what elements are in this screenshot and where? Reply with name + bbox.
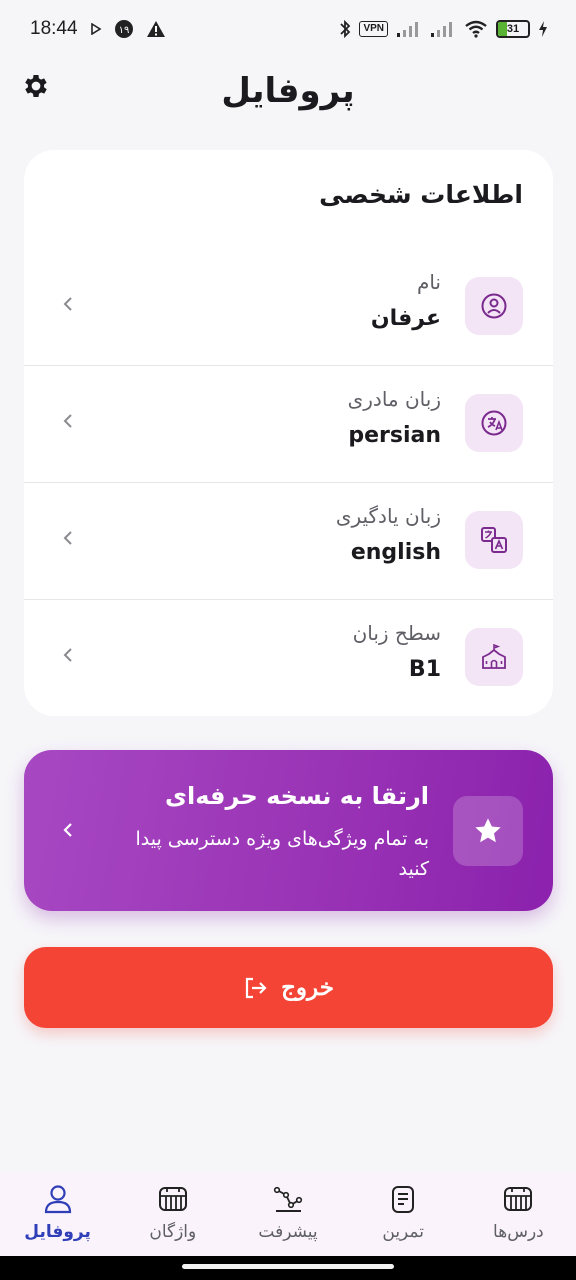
warning-icon: [146, 20, 166, 38]
nav-label: پیشرفت: [258, 1222, 318, 1242]
home-gesture-handle[interactable]: [182, 1264, 394, 1269]
status-right: VPN 31: [339, 19, 548, 39]
upgrade-subtitle: به تمام ویژگی‌های ویژه دسترسی پیدا کنید: [135, 828, 429, 880]
page-title: پروفایل: [221, 71, 355, 111]
chevron-left-icon: [58, 526, 78, 550]
row-divider: [24, 482, 553, 483]
user-circle-icon: [481, 293, 507, 319]
vocabulary-icon: [156, 1182, 190, 1216]
bottom-navigation: درس‌ها تمرین پیشرفت واژگان پروفایل: [0, 1172, 576, 1256]
language-translate-icon: [481, 527, 507, 553]
signal-strength-2-icon: [430, 20, 456, 38]
upgrade-title: ارتقا به نسخه حرفه‌ای: [165, 782, 429, 810]
info-row-name[interactable]: نام عرفان: [24, 248, 553, 365]
charging-icon: [538, 20, 548, 38]
card-title: اطلاعات شخصی: [319, 180, 523, 209]
row-icon-tile: [465, 394, 523, 452]
row-icon-tile: [465, 277, 523, 335]
row-divider: [24, 365, 553, 366]
upgrade-pro-banner[interactable]: ارتقا به نسخه حرفه‌ای به تمام ویژگی‌های …: [24, 750, 553, 911]
vpn-badge: VPN: [359, 21, 388, 37]
nav-label: پروفایل: [24, 1222, 91, 1242]
info-row-language-level[interactable]: سطح زبان B1: [24, 599, 553, 716]
nav-item-progress[interactable]: پیشرفت: [230, 1172, 345, 1256]
upgrade-icon-tile: [453, 796, 523, 866]
app-header: پروفایل: [0, 58, 576, 124]
personal-info-card: اطلاعات شخصی نام عرفان زبان مادری persia…: [24, 150, 553, 716]
wifi-icon: [464, 20, 488, 38]
nav-label: واژگان: [149, 1222, 197, 1242]
row-label: سطح زبان: [352, 621, 441, 645]
star-icon: [475, 818, 501, 843]
logout-button[interactable]: خروج: [24, 947, 553, 1028]
practice-icon: [386, 1182, 420, 1216]
gesture-bar: [0, 1256, 576, 1280]
bluetooth-icon: [339, 19, 351, 39]
signal-strength-icon: [396, 20, 422, 38]
logout-label: خروج: [281, 974, 334, 1000]
nav-label: تمرین: [382, 1222, 424, 1242]
nav-item-practice[interactable]: تمرین: [346, 1172, 461, 1256]
row-value: persian: [348, 423, 441, 448]
settings-button[interactable]: [18, 68, 54, 104]
info-row-native-language[interactable]: زبان مادری persian: [24, 365, 553, 482]
school-building-icon: [482, 643, 506, 669]
row-icon-tile: [465, 511, 523, 569]
play-store-icon: [90, 23, 102, 35]
nav-item-vocabulary[interactable]: واژگان: [115, 1172, 230, 1256]
battery-level: 31: [506, 23, 520, 35]
chevron-left-icon: [58, 643, 78, 667]
progress-icon: [271, 1182, 305, 1216]
nav-item-lessons[interactable]: درس‌ها: [461, 1172, 576, 1256]
notification-badge-text: ۱۹: [118, 25, 129, 36]
row-value: B1: [408, 657, 441, 682]
status-time: 18:44: [30, 18, 78, 39]
nav-item-profile[interactable]: پروفایل: [0, 1172, 115, 1256]
row-value: english: [350, 540, 441, 565]
battery-indicator: 31: [496, 20, 530, 38]
profile-icon: [41, 1182, 75, 1216]
nav-label: درس‌ها: [493, 1222, 544, 1242]
lessons-icon: [501, 1182, 535, 1216]
chevron-left-icon: [58, 409, 78, 433]
info-row-learning-language[interactable]: زبان یادگیری english: [24, 482, 553, 599]
row-value: عرفان: [370, 306, 441, 331]
row-label: نام: [416, 270, 441, 294]
chevron-left-icon: [58, 292, 78, 316]
row-icon-tile: [465, 628, 523, 686]
logout-icon: [245, 977, 267, 998]
translate-circle-icon: [481, 410, 507, 436]
row-label: زبان یادگیری: [335, 504, 441, 528]
chevron-left-icon: [58, 818, 78, 842]
notification-badge-icon: ۱۹: [114, 19, 134, 39]
status-left: 18:44 ۱۹: [30, 18, 166, 40]
row-label: زبان مادری: [347, 387, 441, 411]
status-bar: 18:44 ۱۹ VPN 31: [0, 0, 576, 58]
gear-icon: [25, 75, 47, 97]
row-divider: [24, 599, 553, 600]
